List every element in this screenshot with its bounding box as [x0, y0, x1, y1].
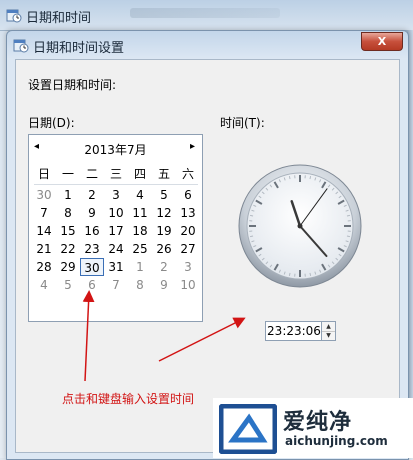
calendar-nav: ◂ 2013年7月 ▸: [29, 141, 202, 157]
weekday-header: 一: [56, 165, 80, 183]
calendar-day[interactable]: 6: [176, 186, 200, 204]
weekday-header: 五: [152, 165, 176, 183]
parent-blurred-text: [130, 8, 280, 18]
calendar-day[interactable]: 16: [80, 222, 104, 240]
calendar-week-row: 14 15 16 17 18 19 20: [32, 222, 200, 240]
calendar-grid: 日 一 二 三 四 五 六 30 1 2 3 4 5 6: [32, 165, 200, 294]
time-spinner: ▲ ▼: [321, 321, 336, 341]
calendar-week-row: 7 8 9 10 11 12 13: [32, 204, 200, 222]
calendar-day[interactable]: 25: [128, 240, 152, 258]
annotation-text: 点击和键盘输入设置时间: [62, 390, 194, 407]
calendar-week-row: 30 1 2 3 4 5 6: [32, 186, 200, 204]
section-label: 设置日期和时间:: [28, 76, 116, 93]
calendar-day[interactable]: 27: [176, 240, 200, 258]
clock-minute-tick: [310, 273, 311, 276]
clock-minute-tick: [250, 215, 253, 216]
weekday-header-row: 日 一 二 三 四 五 六: [32, 165, 200, 183]
clock-minute-tick: [289, 176, 290, 179]
calendar-day[interactable]: 2: [80, 186, 104, 204]
calendar-day[interactable]: 30: [32, 186, 56, 204]
clock-app-icon: [6, 7, 22, 27]
calendar-day[interactable]: 8: [56, 204, 80, 222]
calendar-day[interactable]: 29: [56, 258, 80, 276]
calendar: ◂ 2013年7月 ▸ 日 一 二 三 四 五 六 30 1 2: [28, 134, 203, 322]
calendar-day[interactable]: 2: [152, 258, 176, 276]
calendar-day[interactable]: 12: [152, 204, 176, 222]
calendar-day-selected[interactable]: 30: [80, 258, 104, 276]
calendar-day[interactable]: 1: [56, 186, 80, 204]
clock-minute-tick: [250, 236, 253, 237]
calendar-week-row: 4 5 6 7 8 9 10: [32, 276, 200, 294]
calendar-day[interactable]: 7: [104, 276, 128, 294]
calendar-divider: [34, 184, 198, 185]
calendar-week-row: 28 29 30 31 1 2 3: [32, 258, 200, 276]
calendar-day[interactable]: 20: [176, 222, 200, 240]
datetime-settings-dialog: 日期和时间设置 X 设置日期和时间: 日期(D): 时间(T): ◂ 2013年…: [6, 30, 409, 460]
next-month-arrow-icon[interactable]: ▸: [190, 141, 195, 152]
calendar-day[interactable]: 13: [176, 204, 200, 222]
clock-app-icon: [13, 37, 29, 57]
calendar-day[interactable]: 7: [32, 204, 56, 222]
calendar-day[interactable]: 14: [32, 222, 56, 240]
calendar-day[interactable]: 5: [56, 276, 80, 294]
calendar-day[interactable]: 3: [176, 258, 200, 276]
clock-minute-tick: [347, 215, 350, 216]
calendar-day[interactable]: 5: [152, 186, 176, 204]
calendar-day[interactable]: 18: [128, 222, 152, 240]
calendar-day[interactable]: 3: [104, 186, 128, 204]
weekday-header: 三: [104, 165, 128, 183]
dialog-titlebar[interactable]: 日期和时间设置 X: [7, 31, 408, 59]
watermark: 爱纯净 aichunjing.com: [213, 398, 413, 458]
calendar-day[interactable]: 17: [104, 222, 128, 240]
calendar-day[interactable]: 6: [80, 276, 104, 294]
watermark-brand: 爱纯净: [283, 404, 352, 436]
calendar-day[interactable]: 28: [32, 258, 56, 276]
weekday-header: 二: [80, 165, 104, 183]
calendar-day[interactable]: 4: [128, 186, 152, 204]
calendar-day[interactable]: 22: [56, 240, 80, 258]
calendar-day[interactable]: 31: [104, 258, 128, 276]
calendar-day[interactable]: 10: [176, 276, 200, 294]
calendar-day[interactable]: 11: [128, 204, 152, 222]
calendar-day[interactable]: 10: [104, 204, 128, 222]
calendar-day[interactable]: 15: [56, 222, 80, 240]
dialog-title: 日期和时间设置: [33, 37, 124, 56]
calendar-week-row: 21 22 23 24 25 26 27: [32, 240, 200, 258]
calendar-day[interactable]: 1: [128, 258, 152, 276]
calendar-day[interactable]: 8: [128, 276, 152, 294]
parent-window-title: 日期和时间: [26, 7, 91, 26]
calendar-day[interactable]: 9: [80, 204, 104, 222]
calendar-day[interactable]: 19: [152, 222, 176, 240]
analog-clock: [238, 164, 362, 288]
calendar-day[interactable]: 26: [152, 240, 176, 258]
dialog-client-area: 设置日期和时间: 日期(D): 时间(T): ◂ 2013年7月 ▸ 日 一 二…: [15, 59, 400, 453]
calendar-day[interactable]: 9: [152, 276, 176, 294]
weekday-header: 六: [176, 165, 200, 183]
calendar-day[interactable]: 4: [32, 276, 56, 294]
watermark-logo-icon: [219, 404, 277, 454]
time-label: 时间(T):: [220, 114, 265, 131]
calendar-day[interactable]: 23: [80, 240, 104, 258]
clock-minute-tick: [310, 176, 311, 179]
date-label: 日期(D):: [28, 114, 75, 131]
watermark-url: aichunjing.com: [285, 434, 388, 448]
clock-minute-tick: [289, 273, 290, 276]
clock-minute-tick: [347, 236, 350, 237]
parent-titlebar: 日期和时间: [0, 0, 413, 31]
calendar-day[interactable]: 21: [32, 240, 56, 258]
weekday-header: 四: [128, 165, 152, 183]
spin-down-arrow-icon[interactable]: ▼: [322, 331, 335, 340]
time-input[interactable]: 23:23:06: [265, 321, 323, 341]
weekday-header: 日: [32, 165, 56, 183]
calendar-month-title[interactable]: 2013年7月: [29, 141, 202, 158]
calendar-day[interactable]: 24: [104, 240, 128, 258]
close-button[interactable]: X: [361, 32, 403, 51]
